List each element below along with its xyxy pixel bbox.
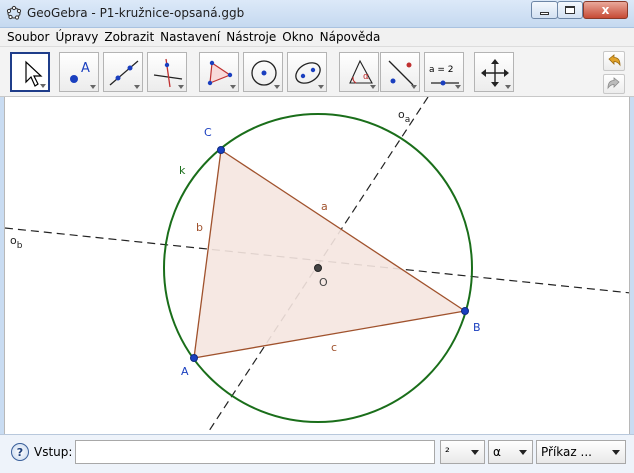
point-tool[interactable]: A [59,52,99,92]
point-b[interactable] [461,307,469,315]
center-point-o[interactable] [314,264,322,272]
circle-center-point-tool[interactable] [243,52,283,92]
move-graphics-tool[interactable] [474,52,514,92]
slider-tool[interactable]: a = 2 [424,52,464,92]
point-c[interactable] [217,146,225,154]
chevron-down-icon [612,450,620,455]
label-point-c: C [204,126,212,139]
label-side-c: c [331,341,337,354]
label-bisector-ob-sub: b [17,241,23,251]
minimize-icon [540,12,549,15]
label-bisector-ob: ob [10,234,23,251]
move-tool[interactable] [10,52,50,92]
close-icon: x [601,3,610,17]
redo-button[interactable] [603,74,625,94]
chevron-down-icon [519,450,527,455]
superscript-dropdown-value: ² [445,445,450,459]
svg-text:A: A [81,61,90,76]
undo-icon [608,54,621,67]
label-point-b: B [473,321,481,334]
menu-napoveda[interactable]: Nápověda [317,30,384,44]
label-bisector-oa: oa [398,108,410,125]
input-bar: ? Vstup: ² α Příkaz ... [0,434,634,473]
menu-okno[interactable]: Okno [279,30,316,44]
tool-menu-arrow-icon [40,84,46,88]
chevron-down-icon [471,450,479,455]
label-point-o: O [319,276,328,289]
input-field[interactable] [75,440,435,464]
input-label: Vstup: [34,445,73,459]
toolbar: A α a = 2 [0,47,634,97]
label-point-a: A [181,365,189,378]
tool-menu-arrow-icon [318,85,324,89]
tool-menu-arrow-icon [505,85,511,89]
label-bisector-oa-sub: a [405,115,411,125]
graphics-view[interactable]: C A B O a b c k oa ob [4,97,630,434]
menu-nastaveni[interactable]: Nastavení [157,30,223,44]
maximize-icon [565,6,575,14]
menu-zobrazit[interactable]: Zobrazit [101,30,157,44]
tool-menu-arrow-icon [230,85,236,89]
redo-icon [607,77,620,90]
tool-menu-arrow-icon [134,85,140,89]
geogebra-logo-icon [6,5,22,20]
point-a[interactable] [190,354,198,362]
command-dropdown-value: Příkaz ... [541,445,592,459]
tool-menu-arrow-icon [178,85,184,89]
perpendicular-line-tool[interactable] [147,52,187,92]
superscript-dropdown[interactable]: ² [440,440,485,464]
menu-upravy[interactable]: Úpravy [52,30,101,44]
maximize-button[interactable] [557,1,583,19]
svg-text:α: α [363,72,369,82]
menu-bar: Soubor Úpravy Zobrazit Nastavení Nástroj… [0,28,634,47]
minimize-button[interactable] [531,1,558,19]
tool-menu-arrow-icon [90,85,96,89]
menu-nastroje[interactable]: Nástroje [223,30,279,44]
reflect-tool[interactable] [380,52,420,92]
greek-letter-dropdown[interactable]: α [488,440,533,464]
label-side-b: b [196,221,203,234]
window-title: GeoGebra - P1-kružnice-opsaná.ggb [27,6,245,20]
triangle-abc[interactable] [194,150,465,358]
undo-button[interactable] [603,51,625,71]
greek-dropdown-value: α [493,445,501,459]
line-tool[interactable] [103,52,143,92]
tool-menu-arrow-icon [411,85,417,89]
close-button[interactable]: x [583,1,628,19]
tool-menu-arrow-icon [455,85,461,89]
polygon-tool[interactable] [199,52,239,92]
menu-soubor[interactable]: Soubor [4,30,52,44]
label-circle-k: k [179,164,186,177]
conic-tool[interactable] [287,52,327,92]
title-bar: GeoGebra - P1-kružnice-opsaná.ggb x [0,0,634,28]
command-dropdown[interactable]: Příkaz ... [536,440,626,464]
tool-menu-arrow-icon [370,85,376,89]
geometry-construction: C A B O a b c k oa ob [5,97,629,434]
help-icon[interactable]: ? [11,443,29,461]
angle-tool[interactable]: α [339,52,379,92]
label-side-a: a [321,200,328,213]
tool-menu-arrow-icon [274,85,280,89]
